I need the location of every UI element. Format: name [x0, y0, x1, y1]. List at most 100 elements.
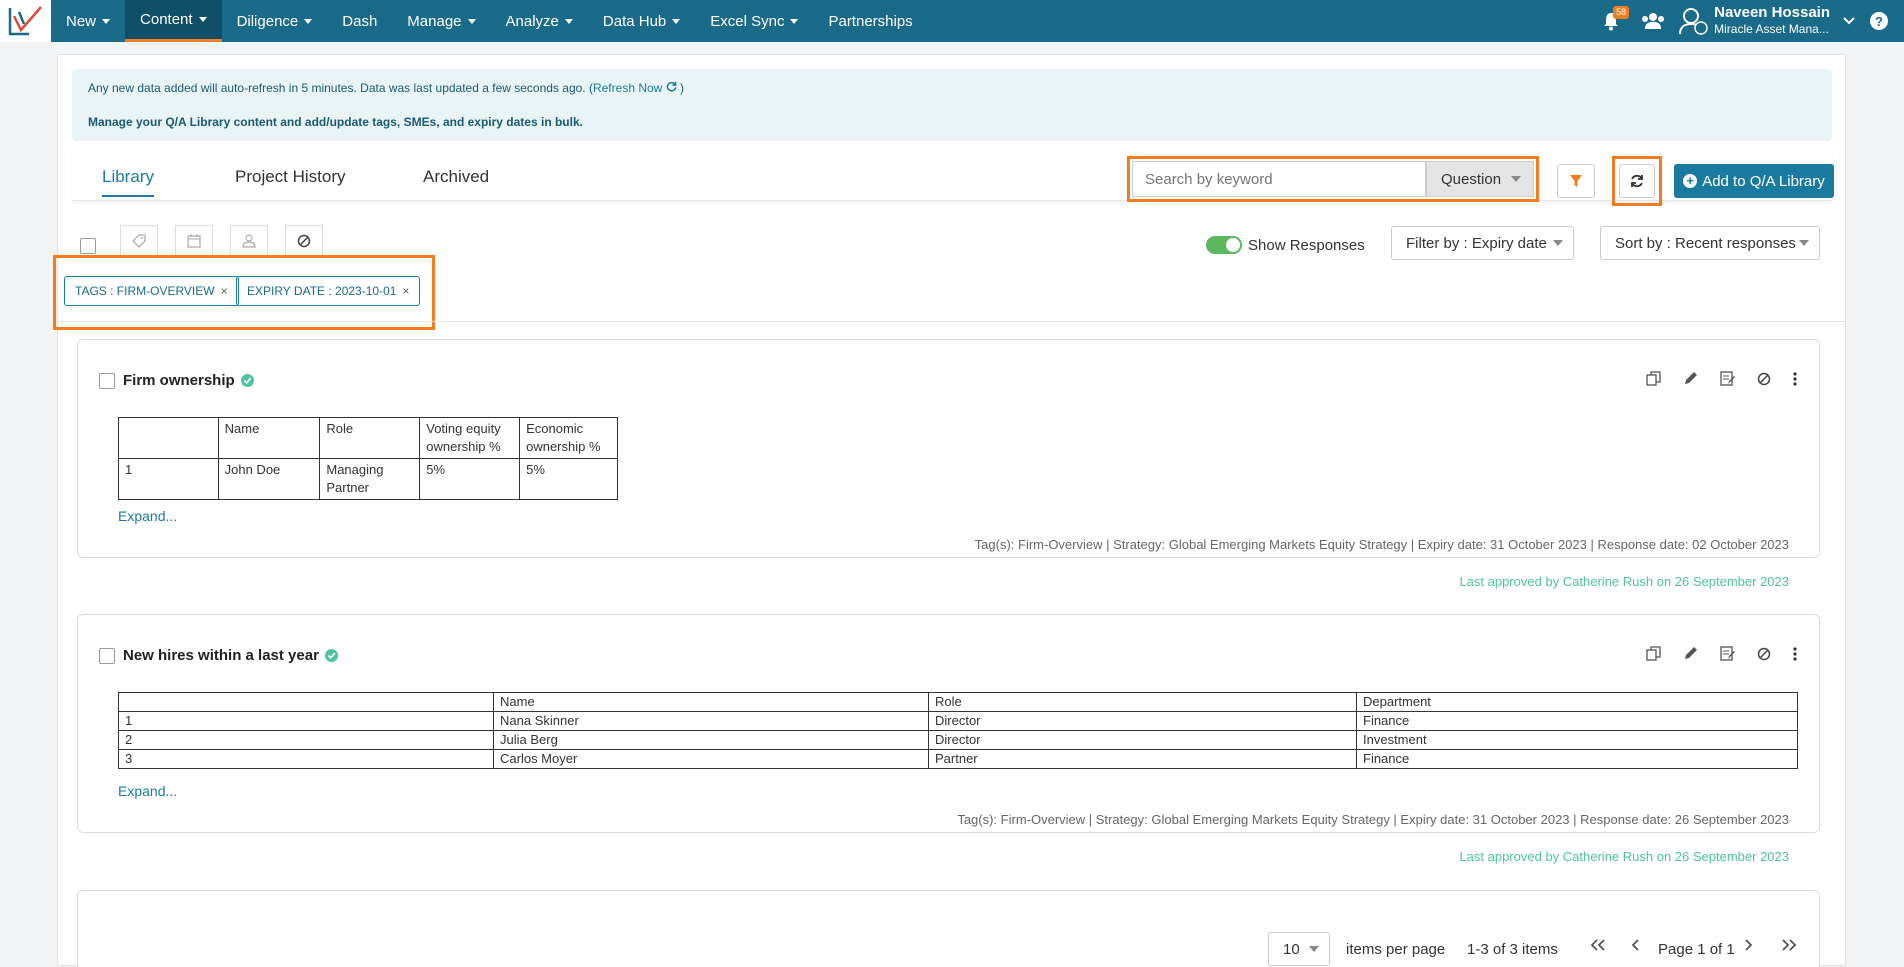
edit-icon[interactable]: [1683, 371, 1698, 386]
card-title[interactable]: Firm ownership: [123, 372, 235, 389]
user-org: Miracle Asset Mana...: [1714, 22, 1829, 36]
response-table: Name Role Department 1 Nana Skinner Dire…: [118, 692, 1798, 769]
notifications-button[interactable]: 58: [1596, 0, 1630, 42]
user-menu[interactable]: Naveen Hossain Miracle Asset Mana...: [1678, 4, 1856, 38]
card-header: New hires within a last year: [99, 647, 338, 664]
expand-link[interactable]: Expand...: [118, 508, 177, 524]
filter-by-dropdown[interactable]: Filter by : Expiry date: [1391, 226, 1574, 260]
more-vertical-icon[interactable]: [1793, 646, 1797, 661]
bulk-sme-button[interactable]: [230, 225, 268, 255]
tab-archived[interactable]: Archived: [423, 167, 489, 187]
chevron-down-icon: [1511, 176, 1521, 182]
archive-ban-icon[interactable]: [1757, 647, 1771, 661]
chevron-down-icon: [1309, 946, 1319, 952]
refresh-icon: [666, 81, 677, 92]
card-checkbox[interactable]: [99, 372, 115, 389]
chevron-down-icon: [1799, 240, 1809, 246]
approval-info: Last approved by Catherine Rush on 26 Se…: [1459, 574, 1789, 589]
divider: [58, 321, 1845, 322]
notification-count-badge: 58: [1613, 6, 1630, 19]
search-group: Question: [1127, 156, 1539, 202]
bulk-actions: [80, 225, 323, 255]
last-page-icon[interactable]: [1780, 938, 1798, 957]
archive-ban-icon[interactable]: [1757, 372, 1771, 386]
chevron-down-icon: [102, 18, 111, 24]
next-page-icon[interactable]: [1743, 938, 1753, 957]
card-title[interactable]: New hires within a last year: [123, 647, 319, 664]
search-type-select[interactable]: Question: [1426, 161, 1534, 197]
chevron-down-icon: [790, 18, 799, 24]
nav-excel-sync[interactable]: Excel Sync: [695, 0, 813, 42]
refresh-icon: [1631, 174, 1643, 188]
add-to-library-button[interactable]: + Add to Q/A Library: [1674, 164, 1834, 198]
verified-check-icon: [240, 374, 254, 387]
table-row: 2 Julia Berg Director Investment: [118, 730, 1798, 750]
show-responses-toggle[interactable]: Show Responses: [1206, 236, 1365, 254]
close-icon[interactable]: ×: [402, 284, 409, 298]
filter-button[interactable]: [1557, 164, 1595, 198]
refresh-button[interactable]: [1619, 164, 1655, 198]
table-header-row: Name Role Department: [118, 692, 1798, 712]
table-row: 3 Carlos Moyer Partner Finance: [118, 749, 1798, 769]
edit-note-icon[interactable]: [1720, 646, 1735, 661]
filter-chip-tags[interactable]: TAGS : FIRM-OVERVIEW ×: [64, 276, 239, 306]
items-per-page-select[interactable]: 10: [1268, 932, 1330, 966]
expand-link[interactable]: Expand...: [118, 783, 177, 799]
help-icon[interactable]: ?: [1870, 12, 1888, 30]
table-header-row: Name Role Voting equity ownership % Econ…: [118, 417, 618, 459]
user-name: Naveen Hossain: [1714, 4, 1830, 21]
refresh-notice: Any new data added will auto-refresh in …: [88, 81, 685, 95]
nav-manage[interactable]: Manage: [392, 0, 490, 42]
items-per-page-label: items per page: [1346, 941, 1446, 958]
nav-analyze[interactable]: Analyze: [491, 0, 588, 42]
chevron-down-icon: [467, 18, 476, 24]
calendar-icon: [187, 233, 201, 248]
more-vertical-icon[interactable]: [1793, 371, 1797, 386]
verified-check-icon: [324, 649, 338, 662]
toggle-switch[interactable]: [1206, 236, 1242, 254]
chevron-down-icon: [564, 18, 573, 24]
filter-icon: [1570, 175, 1582, 187]
qa-card: Firm ownership Name Role Voting equity o…: [77, 339, 1820, 589]
bulk-expiry-button[interactable]: [175, 225, 213, 255]
items-range: 1-3 of 3 items: [1467, 941, 1558, 958]
first-page-icon[interactable]: [1589, 938, 1607, 957]
users-icon: [1642, 13, 1665, 29]
copy-icon[interactable]: [1646, 646, 1661, 661]
team-button[interactable]: [1638, 0, 1668, 42]
qa-card: New hires within a last year Name Role D…: [77, 614, 1820, 864]
chevron-down-icon: [1553, 240, 1563, 246]
table-row: 1 John Doe Managing Partner 5% 5%: [118, 458, 618, 500]
bulk-tag-button[interactable]: [120, 225, 158, 255]
nav-dash[interactable]: Dash: [327, 0, 392, 42]
search-input[interactable]: [1132, 161, 1426, 197]
nav-content[interactable]: Content: [125, 0, 222, 42]
top-nav: New Content Diligence Dash Manage Analyz…: [0, 0, 1904, 42]
nav-data-hub[interactable]: Data Hub: [588, 0, 695, 42]
close-icon[interactable]: ×: [221, 284, 228, 298]
card-actions: [1624, 371, 1797, 386]
card-meta: Tag(s): Firm-Overview | Strategy: Global…: [957, 812, 1789, 827]
nav-new[interactable]: New: [51, 0, 125, 42]
chevron-down-icon: [672, 18, 681, 24]
card-checkbox[interactable]: [99, 647, 115, 664]
tab-project-history[interactable]: Project History: [235, 167, 346, 187]
bulk-archive-button[interactable]: [285, 225, 323, 255]
chevron-down-icon: [1843, 17, 1855, 25]
nav-diligence[interactable]: Diligence: [222, 0, 328, 42]
edit-note-icon[interactable]: [1720, 371, 1735, 386]
user-icon: [242, 233, 256, 248]
sort-by-dropdown[interactable]: Sort by : Recent responses: [1600, 226, 1820, 260]
tab-library[interactable]: Library: [102, 167, 154, 197]
bulk-manage-notice: Manage your Q/A Library content and add/…: [88, 115, 583, 129]
nav-partnerships[interactable]: Partnerships: [813, 0, 927, 42]
refresh-now-link[interactable]: Refresh Now: [593, 81, 677, 95]
prev-page-icon[interactable]: [1631, 938, 1641, 957]
select-all-checkbox[interactable]: [80, 238, 96, 254]
active-filters: TAGS : FIRM-OVERVIEW × EXPIRY DATE : 2023…: [53, 255, 435, 330]
filter-chip-expiry[interactable]: EXPIRY DATE : 2023-10-01 ×: [236, 276, 421, 306]
main-panel: Any new data added will auto-refresh in …: [53, 54, 1846, 967]
edit-icon[interactable]: [1683, 646, 1698, 661]
app-logo[interactable]: [0, 0, 51, 42]
copy-icon[interactable]: [1646, 371, 1661, 386]
